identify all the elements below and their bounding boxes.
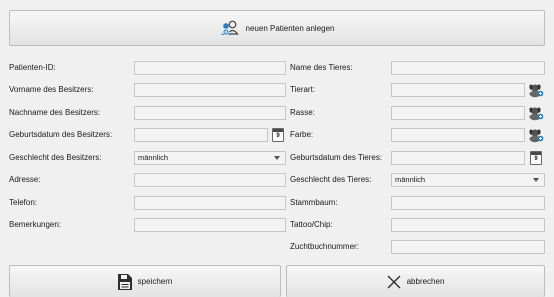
patient-id-field[interactable] [134, 61, 286, 75]
owner-birthdate-calendar-icon[interactable]: 9 [272, 128, 284, 142]
remarks-label: Bemerkungen: [9, 220, 62, 229]
owner-lastname-field[interactable] [134, 106, 286, 120]
color-lookup-icon[interactable] [528, 128, 544, 143]
tattoo-chip-field[interactable] [391, 218, 545, 232]
breed-field[interactable] [391, 106, 525, 120]
owner-firstname-label: Vorname des Besitzers: [9, 85, 94, 94]
chevron-down-icon [533, 178, 539, 182]
new-patient-label: neuen Patienten anlegen [245, 23, 335, 33]
save-button[interactable]: speichern [9, 265, 281, 297]
patient-id-label: Patienten-ID: [9, 63, 56, 72]
pedigree-label: Stammbaum: [290, 198, 338, 207]
animal-gender-value: männlich [395, 175, 426, 184]
animal-birthdate-calendar-icon[interactable]: 9 [530, 151, 542, 165]
close-icon [387, 275, 401, 288]
tattoo-chip-label: Tattoo/Chip: [290, 220, 333, 229]
color-field[interactable] [391, 128, 525, 142]
animal-type-lookup-icon[interactable] [528, 83, 544, 98]
owner-lastname-label: Nachname des Besitzers: [9, 108, 101, 117]
animal-type-label: Tierart: [290, 85, 316, 94]
pedigree-field[interactable] [391, 196, 545, 210]
breed-lookup-icon[interactable] [528, 106, 544, 121]
animal-name-field[interactable] [391, 61, 545, 75]
animal-gender-label: Geschlecht des Tieres: [290, 175, 372, 184]
owner-firstname-field[interactable] [134, 83, 286, 97]
studbook-number-field[interactable] [391, 240, 545, 254]
owner-birthdate-field[interactable] [134, 128, 268, 142]
breed-label: Rasse: [290, 108, 315, 117]
animal-gender-select[interactable]: männlich [391, 173, 545, 187]
owner-gender-value: männlich [138, 153, 169, 162]
new-patient-button[interactable]: neuen Patienten anlegen [9, 10, 545, 46]
animal-name-label: Name des Tieres: [290, 63, 353, 72]
owner-gender-select[interactable]: männlich [134, 151, 286, 165]
studbook-number-label: Zuchtbuchnummer: [290, 242, 359, 251]
animal-birthdate-field[interactable] [391, 151, 525, 165]
address-field[interactable] [134, 173, 286, 187]
save-label: speichern [137, 277, 173, 286]
remarks-field[interactable] [134, 218, 286, 232]
save-icon [117, 273, 132, 290]
cancel-button[interactable]: abbrechen [286, 265, 545, 297]
animal-birthdate-label: Geburtsdatum des Tieres: [290, 153, 383, 162]
phone-field[interactable] [134, 196, 286, 210]
owner-gender-label: Geschlecht des Besitzers: [9, 153, 102, 162]
color-label: Farbe: [290, 130, 314, 139]
address-label: Adresse: [9, 175, 41, 184]
cancel-label: abbrechen [406, 277, 445, 286]
chevron-down-icon [274, 156, 280, 160]
new-patient-icon [220, 20, 240, 36]
phone-label: Telefon: [9, 198, 38, 207]
owner-birthdate-label: Geburtsdatum des Besitzers: [9, 130, 113, 139]
animal-type-field[interactable] [391, 83, 525, 97]
